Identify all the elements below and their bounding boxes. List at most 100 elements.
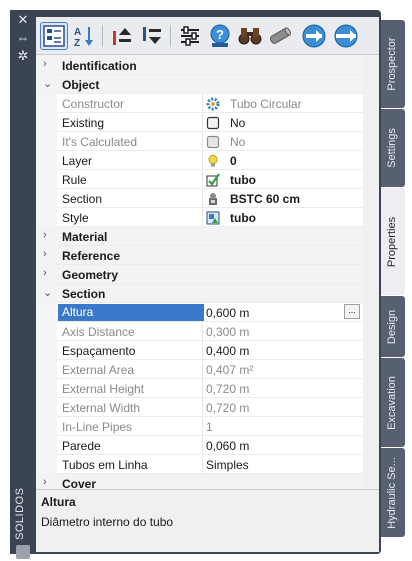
property-value: 0,407 m² xyxy=(206,363,356,377)
move-down-button[interactable] xyxy=(138,22,166,50)
property-row[interactable]: Section BSTC 60 cm xyxy=(36,189,363,208)
property-name: Espaçamento xyxy=(62,343,136,358)
property-name: External Area xyxy=(62,362,135,377)
property-value-text: No xyxy=(230,115,246,130)
property-value[interactable]: 0,060 m xyxy=(206,439,356,453)
property-value-text: 0,600 m xyxy=(206,305,250,320)
chevron-right-icon[interactable]: › xyxy=(43,476,55,488)
help-button[interactable]: ? xyxy=(206,22,234,50)
property-value-text: 0 xyxy=(230,153,237,168)
category-label: Material xyxy=(62,229,108,244)
tab-label: Properties xyxy=(386,216,398,267)
property-grid: › Identification ⌄ Object Constructor Tubo Ci… xyxy=(36,56,379,488)
property-row[interactable]: Rule tubo xyxy=(36,170,363,189)
palette-title-bar: ✕ ⇔ ✲ SOLIDOS xyxy=(10,10,36,559)
property-row[interactable]: Parede 0,060 m xyxy=(36,436,363,455)
property-name: Constructor xyxy=(62,96,125,111)
property-row[interactable]: Espaçamento 0,400 m xyxy=(36,341,363,360)
property-row[interactable]: In-Line Pipes 1 xyxy=(36,417,363,436)
property-row[interactable]: It's Calculated No xyxy=(36,132,363,151)
pipe-icon xyxy=(269,27,291,44)
property-value[interactable]: 0,400 m xyxy=(206,344,356,358)
property-value: Tubo Circular xyxy=(206,97,356,111)
property-value: 1 xyxy=(206,420,356,434)
chevron-right-icon[interactable]: › xyxy=(43,229,55,243)
ellipsis-button[interactable]: ... xyxy=(344,304,360,319)
find-button[interactable] xyxy=(236,22,264,50)
category-label: Reference xyxy=(62,248,121,263)
chevron-right-icon[interactable]: › xyxy=(43,58,55,72)
property-value[interactable]: BSTC 60 cm xyxy=(206,192,356,206)
property-row[interactable]: Tubos em Linha Simples xyxy=(36,455,363,474)
grid-category-row[interactable]: ⌄ Object xyxy=(36,75,363,94)
tab-excavation[interactable]: Excavation xyxy=(381,358,405,447)
property-row[interactable]: External Height 0,720 m xyxy=(36,379,363,398)
grid-category-row[interactable]: › Geometry xyxy=(36,265,363,284)
properties-menu-icon[interactable]: ✲ xyxy=(10,48,36,64)
tab-hydraulic-se[interactable]: Hydraulic Se... xyxy=(381,448,405,537)
property-row[interactable]: Layer 0 xyxy=(36,151,363,170)
style-icon xyxy=(206,211,220,225)
section-icon xyxy=(206,192,220,206)
tab-settings[interactable]: Settings xyxy=(381,109,405,187)
chevron-right-icon[interactable]: › xyxy=(43,267,55,281)
tab-design[interactable]: Design xyxy=(381,296,405,357)
property-row[interactable]: External Width 0,720 m xyxy=(36,398,363,417)
close-icon[interactable]: ✕ xyxy=(10,12,36,28)
settings-sliders-button[interactable] xyxy=(176,22,204,50)
property-row[interactable]: Existing No xyxy=(36,113,363,132)
grid-category-row[interactable]: › Material xyxy=(36,227,363,246)
pipe-button[interactable] xyxy=(266,22,294,50)
tab-label: Settings xyxy=(386,128,398,168)
property-row[interactable]: Altura 0,600 m... xyxy=(36,303,363,322)
settings-sliders-icon xyxy=(181,26,199,46)
auto-hide-icon[interactable]: ⇔ xyxy=(10,30,36,46)
svg-text:?: ? xyxy=(216,27,224,42)
property-name: Layer xyxy=(62,153,93,168)
property-value[interactable]: No xyxy=(206,116,356,130)
grid-category-row[interactable]: › Cover xyxy=(36,474,363,488)
property-value[interactable]: tubo xyxy=(206,173,356,187)
tab-properties[interactable]: Properties xyxy=(381,188,405,295)
nav-right-icon xyxy=(302,24,326,48)
property-name: External Height xyxy=(62,381,145,396)
chevron-down-icon[interactable]: ⌄ xyxy=(43,286,55,300)
tab-prospector[interactable]: Prospector xyxy=(381,20,405,108)
nav-right-button[interactable] xyxy=(300,22,328,50)
property-value-text: tubo xyxy=(230,172,256,187)
quick-select-list-button[interactable] xyxy=(40,22,68,50)
property-value[interactable]: tubo xyxy=(206,211,356,225)
checkbox-icon xyxy=(206,116,220,130)
property-row[interactable]: Axis Distance 0,300 m xyxy=(36,322,363,341)
property-value[interactable]: Simples xyxy=(206,458,356,472)
rule-check-icon xyxy=(206,172,220,187)
property-value-text: 0,720 m xyxy=(206,400,250,415)
property-value: No xyxy=(206,135,356,149)
property-value-text: 1 xyxy=(206,419,213,434)
sort-az-button[interactable]: A Z xyxy=(70,22,98,50)
property-name: Altura xyxy=(58,304,204,321)
property-name: Style xyxy=(62,210,89,225)
tab-label: Prospector xyxy=(386,37,398,91)
category-label: Cover xyxy=(62,476,97,489)
grid-category-row[interactable]: › Reference xyxy=(36,246,363,265)
property-value[interactable]: 0,600 m xyxy=(206,306,356,320)
chevron-right-icon[interactable]: › xyxy=(43,248,55,262)
chevron-down-icon[interactable]: ⌄ xyxy=(43,77,55,91)
grid-category-row[interactable]: › Identification xyxy=(36,56,363,75)
vertical-scrollbar[interactable] xyxy=(363,56,379,488)
property-value[interactable]: 0 xyxy=(206,154,356,168)
property-value-text: No xyxy=(230,134,246,149)
property-name: In-Line Pipes xyxy=(62,419,133,434)
property-row[interactable]: External Area 0,407 m² xyxy=(36,360,363,379)
move-up-button[interactable] xyxy=(108,22,136,50)
nav-forward-button[interactable] xyxy=(332,22,360,50)
property-name: Parede xyxy=(62,438,101,453)
palette-title: SOLIDOS xyxy=(14,487,26,540)
move-up-icon xyxy=(113,28,131,45)
grid-category-row[interactable]: ⌄ Section xyxy=(36,284,363,303)
category-label: Object xyxy=(62,77,100,92)
property-value-text: tubo xyxy=(230,210,256,225)
property-row[interactable]: Style tubo xyxy=(36,208,363,227)
property-row[interactable]: Constructor Tubo Circular xyxy=(36,94,363,113)
